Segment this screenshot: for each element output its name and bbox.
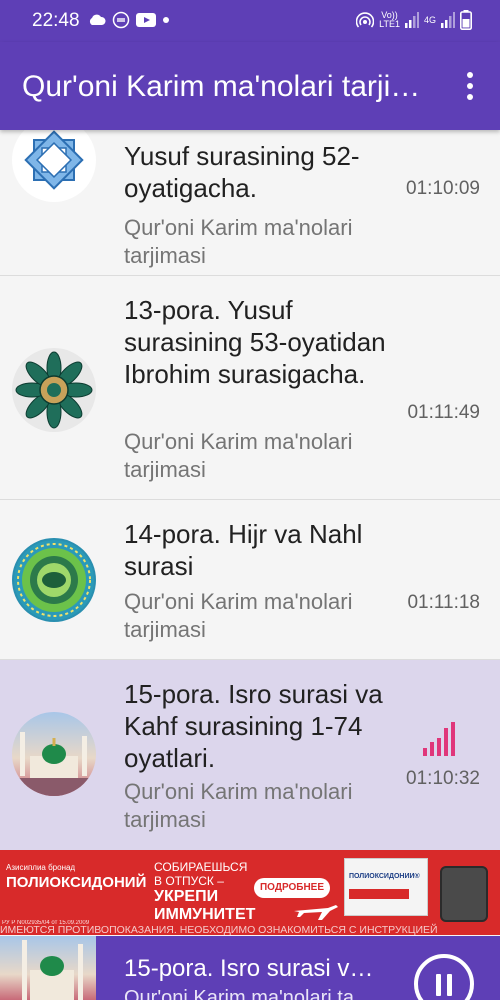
status-time: 22:48 (32, 10, 80, 31)
hotspot-icon (356, 12, 375, 28)
airplane-icon (294, 905, 338, 920)
equalizer-bars-icon (423, 722, 455, 756)
status-notification-icons (88, 9, 170, 31)
track-duration: 01:10:32 (406, 768, 480, 789)
track-item[interactable]: 14-pora. Hijr va Nahl surasi Qur'oni Kar… (0, 500, 500, 660)
status-system-icons: Vo)) LTE1 4G (356, 8, 472, 32)
ad-disclaimer: ИМЕЮТСЯ ПРОТИВОПОКАЗАНИЯ. НЕОБХОДИМО ОЗН… (0, 924, 438, 935)
signal-icon (404, 12, 419, 28)
track-subtitle: Qur'oni Karim ma'nolari tarjimasi (124, 429, 353, 482)
ad-banner[interactable]: Азисиплиа бронад ПОЛИОКСИДОНИЙ СОБИРАЕШЬ… (0, 850, 500, 935)
track-title: 15-pora. Isro surasi va Kahf surasining … (124, 679, 383, 773)
pause-icon[interactable] (414, 954, 474, 1000)
blue-green-mandala-icon (12, 538, 96, 622)
app-bar: Qur'oni Karim ma'nolari tarjimasi (0, 42, 500, 130)
track-title: 14-pora. Hijr va Nahl surasi (124, 519, 363, 581)
dot-icon (163, 17, 169, 23)
mini-player[interactable]: 15-pora. Isro surasi va Kahf surasining … (0, 936, 500, 1000)
track-duration: 01:10:09 (406, 178, 480, 199)
blue-star-pattern-icon (12, 130, 96, 202)
network2-label: 4G (423, 14, 436, 25)
mini-player-subtitle: Qur'oni Karim ma'nolari tarjimasi (124, 987, 374, 1000)
ad-product-label: ПОЛИОКСИДОНИЙ® (349, 873, 420, 880)
battery-icon (460, 10, 472, 30)
youtube-icon (136, 13, 156, 27)
track-item-active[interactable]: 15-pora. Isro surasi va Kahf surasining … (0, 660, 500, 850)
ad-button[interactable]: ПОДРОБНЕЕ (254, 878, 330, 898)
mosque-photo-icon (12, 712, 96, 796)
signal-icon (441, 12, 455, 28)
more-vertical-icon[interactable] (455, 68, 485, 104)
track-item[interactable]: 13-pora. Yusuf surasining 53-oyatidan Ib… (0, 276, 500, 500)
track-title: 13-pora. Yusuf surasining 53-oyatidan Ib… (124, 295, 386, 389)
ad-headline-1: СОБИРАЕШЬСЯ (154, 860, 248, 874)
track-subtitle: Qur'oni Karim ma'nolari tarjimasi (124, 779, 353, 832)
track-subtitle: Qur'oni Karim ma'nolari tarjimasi (124, 215, 353, 268)
mosque-photo-icon (0, 936, 96, 1000)
mini-player-title: 15-pora. Isro surasi va Kahf surasining … (124, 955, 380, 982)
ad-product-box: ПОЛИОКСИДОНИЙ® (344, 858, 428, 916)
track-item[interactable]: Yusuf surasining 52-oyatigacha. Qur'oni … (0, 130, 500, 276)
ad-headline-4: ИММУНИТЕТ (154, 906, 256, 923)
network-type-label: Vo)) LTE1 (379, 10, 400, 29)
status-bar: 22:48 Vo)) LTE1 4G (0, 0, 500, 42)
ad-headline-2: В ОТПУСК – (154, 874, 224, 888)
track-subtitle: Qur'oni Karim ma'nolari tarjimasi (124, 589, 353, 642)
ad-headline-3: УКРЕПИ (154, 888, 219, 905)
ad-brand: ПОЛИОКСИДОНИЙ (6, 874, 147, 891)
track-duration: 01:11:18 (407, 592, 480, 613)
track-title: Yusuf surasining 52-oyatigacha. (124, 141, 360, 203)
green-mandala-icon (12, 348, 96, 432)
app-title: Qur'oni Karim ma'nolari tarjimasi (22, 70, 427, 103)
ad-brand-small: Азисиплиа бронад (6, 863, 76, 872)
track-duration: 01:11:49 (407, 402, 480, 423)
suitcase-image (440, 866, 488, 922)
cloud-icon (89, 14, 106, 25)
hd-icon (112, 11, 130, 29)
track-list[interactable]: Yusuf surasining 52-oyatigacha. Qur'oni … (0, 130, 500, 850)
